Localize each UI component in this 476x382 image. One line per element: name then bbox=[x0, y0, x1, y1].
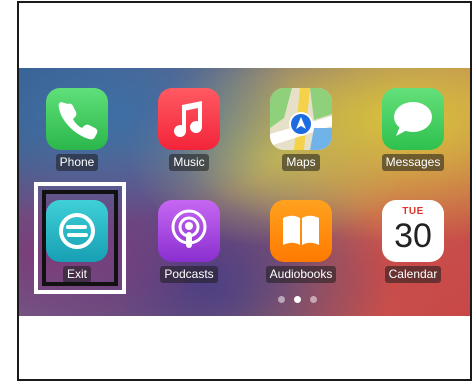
app-podcasts[interactable]: Podcasts bbox=[149, 200, 229, 283]
app-label-music: Music bbox=[169, 154, 209, 171]
app-calendar[interactable]: TUE 30 Calendar bbox=[373, 200, 453, 283]
music-note-icon bbox=[158, 88, 220, 150]
selection-highlight bbox=[34, 182, 126, 294]
messages-bubble-icon bbox=[382, 88, 444, 150]
page-dot-1[interactable] bbox=[278, 296, 285, 303]
app-phone[interactable]: Phone bbox=[37, 88, 117, 171]
app-music[interactable]: Music bbox=[149, 88, 229, 171]
book-icon bbox=[270, 200, 332, 262]
page-dot-2[interactable] bbox=[294, 296, 301, 303]
app-audiobooks[interactable]: Audiobooks bbox=[261, 200, 341, 283]
app-label-maps: Maps bbox=[282, 154, 320, 171]
app-label-phone: Phone bbox=[55, 154, 99, 171]
app-label-podcasts: Podcasts bbox=[160, 266, 218, 283]
app-label-calendar: Calendar bbox=[384, 266, 442, 283]
phone-icon bbox=[46, 88, 108, 150]
page-dot-3[interactable] bbox=[310, 296, 317, 303]
calendar-icon: TUE 30 bbox=[382, 200, 444, 262]
selection-highlight-inner bbox=[42, 190, 118, 286]
calendar-day: 30 bbox=[394, 217, 432, 255]
podcasts-icon bbox=[158, 200, 220, 262]
app-maps[interactable]: Maps bbox=[261, 88, 341, 171]
app-messages[interactable]: Messages bbox=[373, 88, 453, 171]
app-label-messages: Messages bbox=[381, 154, 445, 171]
app-label-audiobooks: Audiobooks bbox=[265, 266, 337, 283]
maps-icon bbox=[270, 88, 332, 150]
